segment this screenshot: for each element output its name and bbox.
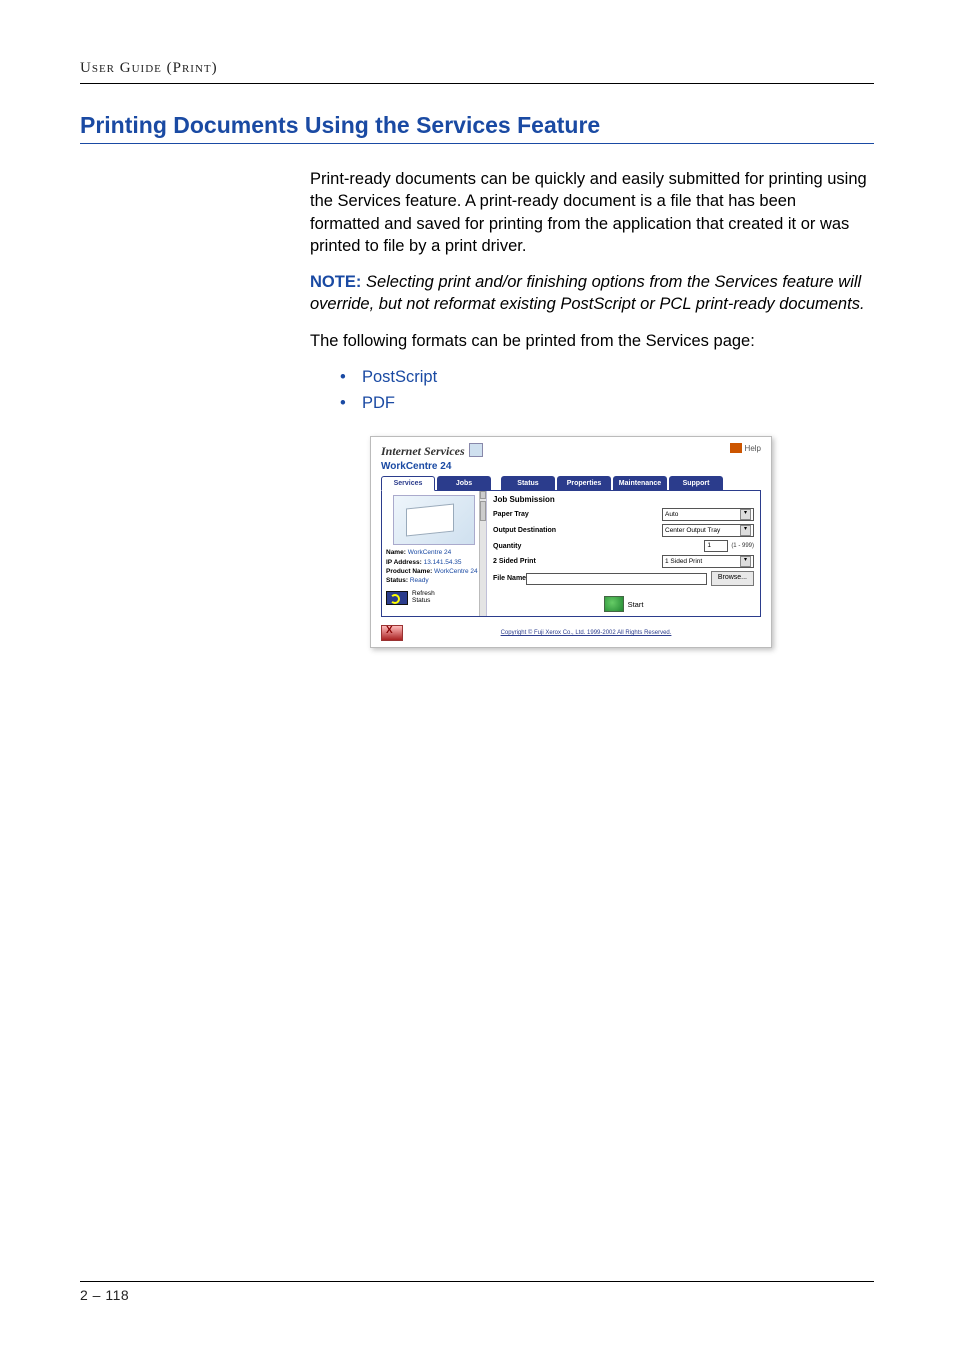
start-button[interactable]: Start xyxy=(604,596,644,612)
job-submission-form: Job Submission Paper Tray Auto▾ Output D… xyxy=(487,491,760,616)
chevron-down-icon: ▾ xyxy=(740,509,751,520)
two-sided-label: 2 Sided Print xyxy=(493,558,536,565)
refresh-status-button[interactable]: RefreshStatus xyxy=(386,591,482,605)
output-dest-label: Output Destination xyxy=(493,527,556,534)
paper-tray-label: Paper Tray xyxy=(493,511,529,518)
copyright-line: Copyright © Fuji Xerox Co., Ltd. 1999-20… xyxy=(411,630,761,636)
intro-paragraph: Print-ready documents can be quickly and… xyxy=(310,168,870,257)
tab-support[interactable]: Support xyxy=(669,476,723,490)
side-panel: Name: WorkCentre 24 IP Address: 13.141.5… xyxy=(382,491,487,616)
output-dest-select[interactable]: Center Output Tray▾ xyxy=(662,524,754,537)
tab-jobs[interactable]: Jobs xyxy=(437,476,491,490)
formats-list: PostScript PDF xyxy=(340,366,870,415)
globe-icon xyxy=(469,443,483,457)
printer-illustration xyxy=(393,495,475,545)
two-sided-select[interactable]: 1 Sided Print▾ xyxy=(662,555,754,568)
note-label: NOTE: xyxy=(310,273,361,291)
quantity-range: (1 - 999) xyxy=(731,543,754,549)
device-name: WorkCentre 24 xyxy=(371,461,771,476)
app-title: Internet Services xyxy=(381,444,483,458)
side-scrollbar[interactable] xyxy=(479,491,486,616)
help-icon xyxy=(730,443,742,453)
browse-button[interactable]: Browse... xyxy=(711,571,754,586)
embedded-screenshot: Internet Services Help WorkCentre 24 Ser… xyxy=(370,436,772,648)
chevron-down-icon: ▾ xyxy=(740,556,751,567)
tab-spacer xyxy=(493,476,499,489)
help-link[interactable]: Help xyxy=(730,443,761,453)
quantity-label: Quantity xyxy=(493,543,521,550)
tab-properties[interactable]: Properties xyxy=(557,476,611,490)
format-item: PostScript xyxy=(340,366,870,388)
page-number: 2 – 118 xyxy=(80,1287,129,1303)
refresh-icon xyxy=(386,591,408,605)
formats-intro: The following formats can be printed fro… xyxy=(310,330,870,352)
running-head: User Guide (Print) xyxy=(80,60,874,84)
quantity-input[interactable]: 1 xyxy=(704,540,728,552)
tab-status[interactable]: Status xyxy=(501,476,555,490)
section-title: Printing Documents Using the Services Fe… xyxy=(80,112,874,144)
body-column: Print-ready documents can be quickly and… xyxy=(310,168,870,414)
file-name-label: File Name xyxy=(493,575,526,582)
form-heading: Job Submission xyxy=(493,495,754,504)
note-paragraph: NOTE: Selecting print and/or finishing o… xyxy=(310,271,870,316)
format-item: PDF xyxy=(340,392,870,414)
tab-row: Services Jobs Status Properties Maintena… xyxy=(371,476,771,490)
note-text-content: Selecting print and/or finishing options… xyxy=(310,273,865,313)
tab-services[interactable]: Services xyxy=(381,476,435,491)
file-name-input[interactable] xyxy=(526,573,707,585)
xerox-logo xyxy=(381,625,403,641)
paper-tray-select[interactable]: Auto▾ xyxy=(662,508,754,521)
start-icon xyxy=(604,596,624,612)
chevron-down-icon: ▾ xyxy=(740,525,751,536)
tab-maintenance[interactable]: Maintenance xyxy=(613,476,667,490)
